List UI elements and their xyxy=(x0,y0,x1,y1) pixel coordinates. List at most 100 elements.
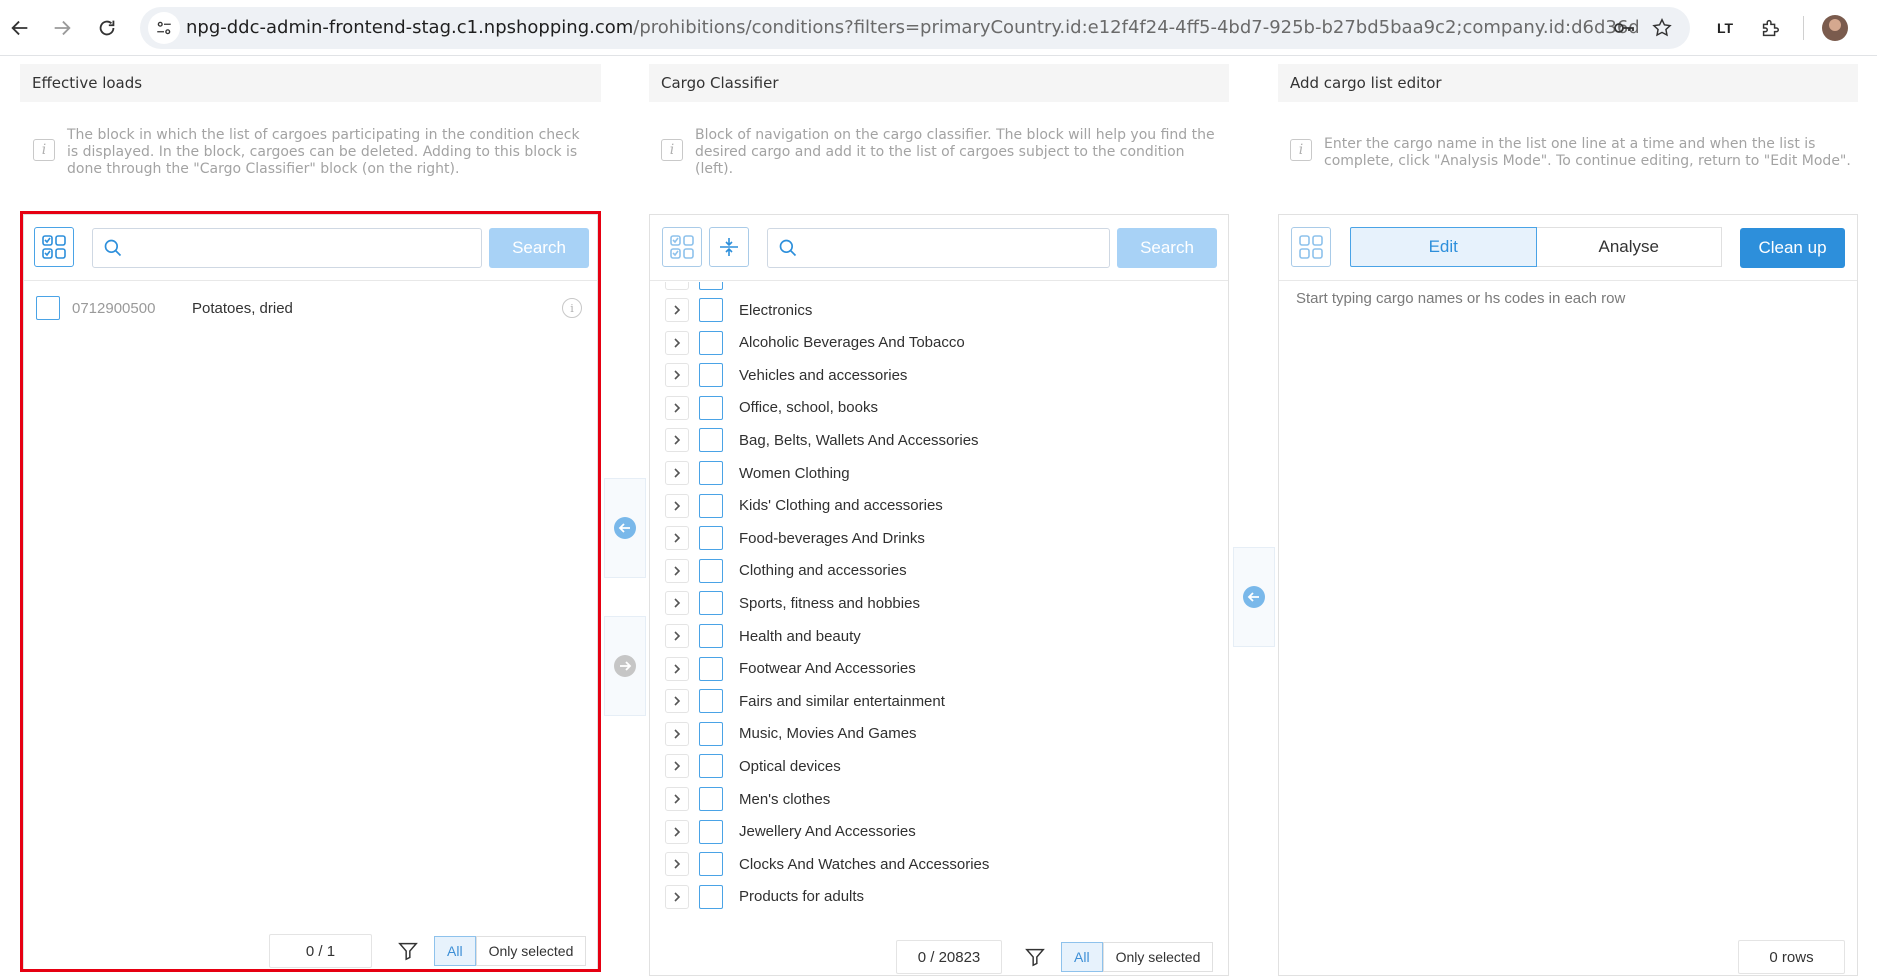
tree-row[interactable]: Women Clothing xyxy=(665,459,850,487)
clean-up-button[interactable]: Clean up xyxy=(1740,228,1845,268)
reload-icon[interactable] xyxy=(91,12,123,44)
item-checkbox[interactable] xyxy=(699,819,723,844)
tree-row[interactable]: Men's clothes xyxy=(665,785,830,813)
tree-row[interactable]: Office, school, books xyxy=(665,394,878,422)
item-checkbox[interactable] xyxy=(699,754,723,779)
item-checkbox[interactable] xyxy=(699,282,723,290)
filter-only-selected-option[interactable]: Only selected xyxy=(475,936,587,966)
item-checkbox[interactable] xyxy=(699,721,723,746)
filter-only-selected-option[interactable]: Only selected xyxy=(1102,942,1214,972)
classifier-search-input[interactable] xyxy=(808,233,1101,263)
select-all-icon[interactable] xyxy=(662,227,702,267)
filter-all-option[interactable]: All xyxy=(1061,942,1103,972)
item-checkbox[interactable] xyxy=(699,656,723,681)
collapse-all-icon[interactable] xyxy=(709,227,749,267)
cargo-editor-info: i Enter the cargo name in the list one l… xyxy=(1290,125,1851,185)
tree-row[interactable]: Alcoholic Beverages And Tobacco xyxy=(665,329,965,357)
chevron-right-icon[interactable] xyxy=(665,558,689,583)
tree-row[interactable]: Clocks And Watches and Accessories xyxy=(665,850,989,878)
item-checkbox[interactable] xyxy=(699,363,723,388)
item-checkbox[interactable] xyxy=(36,296,60,320)
item-checkbox[interactable] xyxy=(699,526,723,551)
chevron-right-icon[interactable] xyxy=(665,428,689,453)
chevron-right-icon[interactable] xyxy=(665,461,689,485)
extension-lt-icon[interactable]: LT xyxy=(1709,12,1741,44)
effective-search-input[interactable] xyxy=(133,233,473,263)
effective-search-field[interactable] xyxy=(92,228,482,268)
item-checkbox[interactable] xyxy=(699,884,723,909)
list-item[interactable]: 0712900500 Potatoes, dried i xyxy=(36,294,586,322)
item-checkbox[interactable] xyxy=(699,395,723,420)
chevron-right-icon[interactable] xyxy=(665,852,689,877)
tree-row[interactable]: Bag, Belts, Wallets And Accessories xyxy=(665,426,979,454)
tree-row[interactable]: Electronics xyxy=(665,296,812,324)
item-checkbox[interactable] xyxy=(699,330,723,355)
search-icon xyxy=(779,239,797,257)
chevron-right-icon[interactable] xyxy=(665,298,689,322)
chevron-right-icon[interactable] xyxy=(665,656,689,681)
address-bar[interactable]: npg-ddc-admin-frontend-stag.c1.npshoppin… xyxy=(140,7,1690,49)
item-checkbox[interactable] xyxy=(699,298,723,322)
tree-row[interactable]: Clothing and accessories xyxy=(665,557,907,585)
key-icon[interactable] xyxy=(1612,16,1636,40)
tree-row[interactable]: Fairs and similar entertainment xyxy=(665,687,945,715)
chevron-right-icon[interactable] xyxy=(665,363,689,388)
filter-icon[interactable] xyxy=(1014,940,1056,974)
back-icon[interactable] xyxy=(4,12,36,44)
chevron-right-icon[interactable] xyxy=(665,624,689,648)
tree-row[interactable]: Vehicles and accessories xyxy=(665,361,907,389)
tree-row[interactable]: Sports, fitness and hobbies xyxy=(665,589,920,617)
cargo-classifier-header: Cargo Classifier xyxy=(649,64,1229,102)
item-checkbox[interactable] xyxy=(699,852,723,877)
site-settings-icon[interactable] xyxy=(148,12,180,44)
classifier-search-button[interactable]: Search xyxy=(1117,228,1217,268)
item-checkbox[interactable] xyxy=(699,689,723,714)
item-checkbox[interactable] xyxy=(699,461,723,485)
tree-row[interactable]: Jewellery And Accessories xyxy=(665,818,916,846)
move-right-button[interactable] xyxy=(604,616,646,716)
profile-avatar[interactable] xyxy=(1822,15,1848,41)
filter-icon[interactable] xyxy=(387,934,429,968)
classifier-search-field[interactable] xyxy=(767,228,1110,268)
item-checkbox[interactable] xyxy=(699,624,723,648)
tab-analyse[interactable]: Analyse xyxy=(1536,227,1722,267)
item-checkbox[interactable] xyxy=(699,591,723,616)
tree-row[interactable]: Products for adults xyxy=(665,883,864,911)
item-checkbox[interactable] xyxy=(699,558,723,583)
tree-row[interactable]: Kids' Clothing and accessories xyxy=(665,492,943,520)
chevron-right-icon[interactable] xyxy=(665,395,689,420)
extensions-puzzle-icon[interactable] xyxy=(1754,12,1786,44)
tree-row[interactable]: Optical devices xyxy=(665,752,841,780)
chevron-right-icon[interactable] xyxy=(665,282,689,290)
bookmark-star-icon[interactable] xyxy=(1650,16,1674,40)
tree-row[interactable]: Food-beverages And Drinks xyxy=(665,524,925,552)
add-to-editor-button[interactable] xyxy=(1233,547,1275,647)
select-all-icon[interactable] xyxy=(34,227,74,267)
chevron-right-icon[interactable] xyxy=(665,591,689,616)
chevron-right-icon[interactable] xyxy=(665,754,689,779)
select-all-icon[interactable] xyxy=(1291,227,1331,267)
chevron-right-icon[interactable] xyxy=(665,721,689,746)
filter-all-option[interactable]: All xyxy=(434,936,476,966)
chevron-right-icon[interactable] xyxy=(665,330,689,355)
chevron-right-icon[interactable] xyxy=(665,884,689,909)
tree-row-label: Products for adults xyxy=(739,888,865,906)
chevron-right-icon[interactable] xyxy=(665,819,689,844)
tree-row[interactable]: Music, Movies And Games xyxy=(665,720,917,748)
item-checkbox[interactable] xyxy=(699,787,723,811)
item-checkbox[interactable] xyxy=(699,428,723,453)
tree-row[interactable]: Footwear And Accessories xyxy=(665,655,916,683)
chevron-right-icon[interactable] xyxy=(665,689,689,714)
item-info-icon[interactable]: i xyxy=(562,298,582,318)
chevron-right-icon[interactable] xyxy=(665,787,689,811)
move-left-button[interactable] xyxy=(604,478,646,578)
item-checkbox[interactable] xyxy=(699,493,723,518)
forward-icon[interactable] xyxy=(46,12,78,44)
chevron-right-icon[interactable] xyxy=(665,526,689,551)
editor-placeholder[interactable]: Start typing cargo names or hs codes in … xyxy=(1296,290,1625,307)
tab-edit[interactable]: Edit xyxy=(1350,227,1537,267)
chevron-right-icon[interactable] xyxy=(665,493,689,518)
tree-row[interactable]: Health and beauty xyxy=(665,622,861,650)
effective-search-button[interactable]: Search xyxy=(489,228,589,268)
mode-tabs: Edit Analyse xyxy=(1350,227,1722,267)
